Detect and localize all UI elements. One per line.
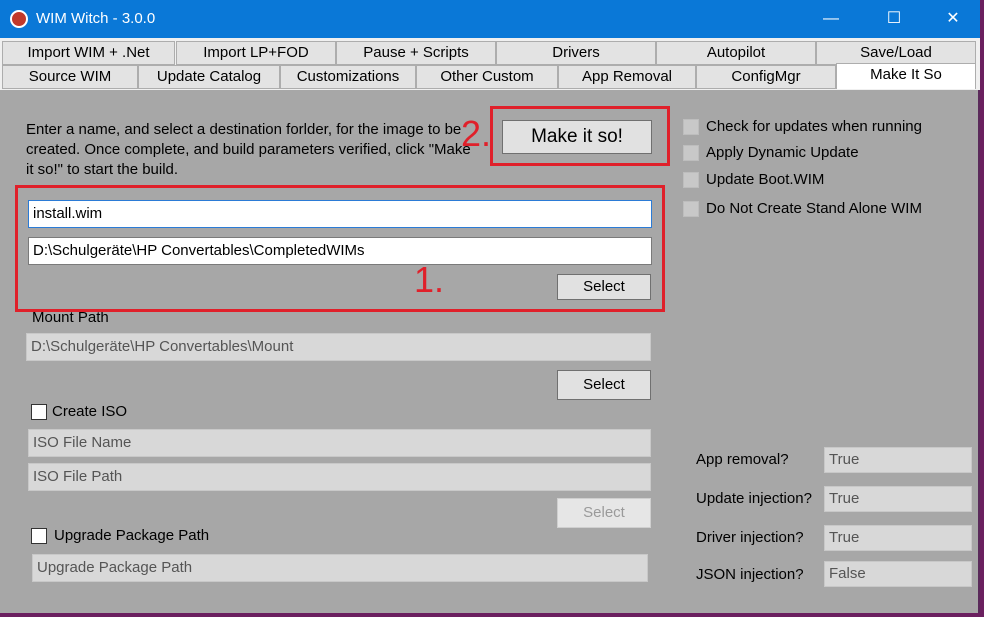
create-iso-label: Create ISO bbox=[52, 403, 128, 420]
tab-other-custom[interactable]: Other Custom bbox=[416, 65, 558, 89]
check-updates-label: Check for updates when running bbox=[706, 118, 922, 135]
upgrade-package-label: Upgrade Package Path bbox=[54, 527, 210, 544]
create-iso-checkbox[interactable] bbox=[31, 404, 47, 420]
update-injection-label: Update injection? bbox=[696, 490, 812, 507]
no-standalone-wim-label: Do Not Create Stand Alone WIM bbox=[706, 200, 922, 217]
tab-configmgr[interactable]: ConfigMgr bbox=[696, 65, 836, 89]
tab-save-load[interactable]: Save/Load bbox=[816, 41, 976, 65]
upgrade-package-path-input[interactable]: Upgrade Package Path bbox=[32, 554, 648, 582]
app-removal-label: App removal? bbox=[696, 451, 789, 468]
upgrade-package-checkbox[interactable] bbox=[31, 528, 47, 544]
annotation-number-2: 2. bbox=[461, 113, 492, 154]
update-injection-value: True bbox=[824, 486, 972, 512]
tab-make-it-so[interactable]: Make It So bbox=[836, 63, 976, 89]
dynamic-update-label: Apply Dynamic Update bbox=[706, 144, 859, 161]
update-boot-wim-label: Update Boot.WIM bbox=[706, 171, 825, 188]
iso-file-path-input[interactable]: ISO File Path bbox=[28, 463, 651, 491]
iso-select-button[interactable]: Select bbox=[557, 498, 651, 528]
tab-import-lp-fod[interactable]: Import LP+FOD bbox=[176, 41, 336, 65]
annotation-box-2 bbox=[490, 106, 670, 166]
check-updates-checkbox[interactable] bbox=[683, 119, 699, 135]
driver-injection-label: Driver injection? bbox=[696, 529, 804, 546]
make-it-so-panel: Enter a name, and select a destination f… bbox=[2, 90, 978, 611]
no-standalone-wim-checkbox[interactable] bbox=[683, 201, 699, 217]
iso-file-name-input[interactable]: ISO File Name bbox=[28, 429, 651, 457]
tab-pause-scripts[interactable]: Pause + Scripts bbox=[336, 41, 496, 65]
title-bar[interactable]: WIM Witch - 3.0.0 — ☐ ✕ bbox=[0, 0, 980, 38]
tab-autopilot[interactable]: Autopilot bbox=[656, 41, 816, 65]
instructions-text: Enter a name, and select a destination f… bbox=[26, 121, 471, 178]
tab-update-catalog[interactable]: Update Catalog bbox=[138, 65, 280, 89]
mount-select-button[interactable]: Select bbox=[557, 370, 651, 400]
app-icon bbox=[10, 10, 28, 28]
json-injection-value: False bbox=[824, 561, 972, 587]
tab-strip: Import WIM + .Net Import LP+FOD Pause + … bbox=[0, 38, 980, 90]
app-removal-value: True bbox=[824, 447, 972, 473]
tab-app-removal[interactable]: App Removal bbox=[558, 65, 696, 89]
driver-injection-value: True bbox=[824, 525, 972, 551]
dynamic-update-checkbox[interactable] bbox=[683, 145, 699, 161]
close-button[interactable]: ✕ bbox=[930, 0, 976, 38]
tab-import-wim-net[interactable]: Import WIM + .Net bbox=[2, 41, 175, 65]
maximize-button[interactable]: ☐ bbox=[871, 0, 917, 38]
tab-customizations[interactable]: Customizations bbox=[280, 65, 416, 89]
tab-drivers[interactable]: Drivers bbox=[496, 41, 656, 65]
tab-source-wim[interactable]: Source WIM bbox=[2, 65, 138, 89]
update-boot-wim-checkbox[interactable] bbox=[683, 172, 699, 188]
window-title: WIM Witch - 3.0.0 bbox=[36, 10, 156, 27]
json-injection-label: JSON injection? bbox=[696, 566, 804, 583]
annotation-number-1: 1. bbox=[414, 259, 445, 300]
mount-path-input[interactable]: D:\Schulgeräte\HP Convertables\Mount bbox=[26, 333, 651, 361]
main-window: WIM Witch - 3.0.0 — ☐ ✕ Import WIM + .Ne… bbox=[0, 0, 980, 613]
minimize-button[interactable]: — bbox=[808, 0, 854, 38]
annotation-box-1 bbox=[15, 185, 665, 312]
